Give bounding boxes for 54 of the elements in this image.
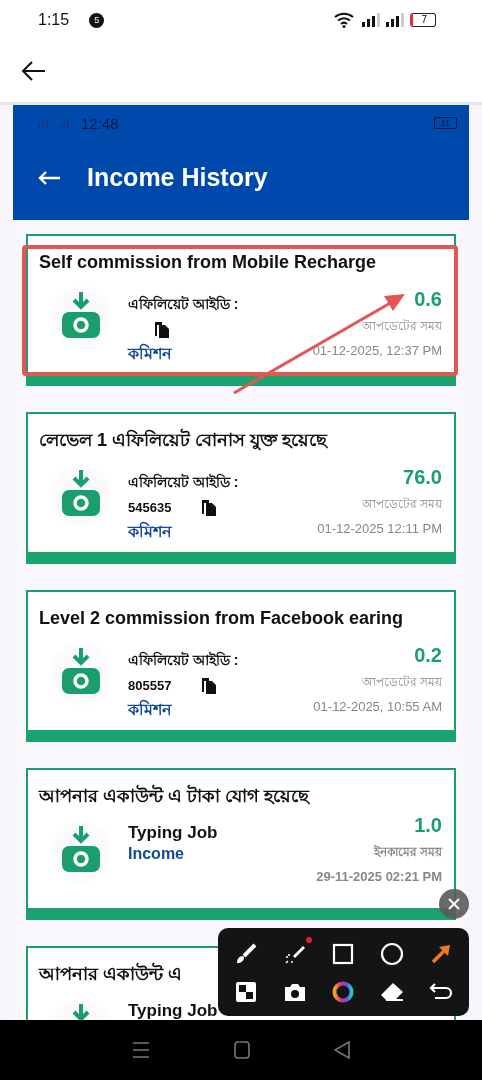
type-label: Income [128,845,185,863]
back-triangle-icon[interactable] [334,1041,350,1059]
home-button-icon[interactable] [234,1041,250,1059]
time-label: আপডেটের সময় [361,318,442,335]
affiliate-id: 805557 [128,677,172,693]
amount: 1.0 [414,814,442,837]
battery-indicator: 11 [433,117,457,129]
affiliate-id-label: এফিলিয়েট আইডি : [128,650,240,670]
time-label: ইনকামের সময় [373,844,442,861]
timestamp: 01-12-2025, 10:55 AM [313,699,442,714]
type-label: কমিশন [128,520,173,542]
selected-dot [305,936,312,943]
status-time: 12:48 [81,114,119,132]
arrow-tool-icon[interactable] [430,943,451,964]
battery-indicator: 7 [410,13,436,27]
back-button[interactable] [20,60,46,82]
signal-icon [386,13,405,27]
type-label: কমিশন [128,698,173,720]
close-icon [448,898,460,910]
type-label: কমিশন [128,342,173,364]
card-title: Level 2 commission from Facebook earing [39,607,404,630]
camera-icon[interactable] [282,981,307,1002]
status-time: 1:15 [38,11,70,29]
affiliate-id-label: এফিলিয়েট আইডি : [128,294,240,314]
undo-icon[interactable] [428,981,453,1002]
eraser-icon[interactable] [380,981,405,1002]
card-title: Self commission from Mobile Recharge [39,251,377,274]
affiliate-id: 545635 [128,499,172,515]
amount: 0.6 [414,288,442,311]
timestamp: 01-12-2025, 12:37 PM [312,343,442,358]
signal-icon [362,13,381,27]
card-title: লেভেল 1 এফিলিয়েট বোনাস যুক্ত হয়েছে [39,428,327,452]
amount: 76.0 [403,466,442,489]
notification-badge: 5 [89,12,105,28]
copy-icon[interactable] [154,320,170,338]
card-title: আপনার একাউন্ট এ [39,962,182,986]
timestamp: 29-11-2025 02:21 PM [316,869,442,884]
rectangle-tool-icon[interactable] [332,942,355,965]
affiliate-id-label: এফিলিয়েট আইডি : [128,472,240,492]
circle-tool-icon[interactable] [380,941,405,966]
copy-icon[interactable] [201,498,218,516]
color-wheel-icon[interactable] [332,980,355,1003]
timestamp: 01-12-2025 12:11 PM [317,521,442,536]
time-label: আপডেটের সময় [361,674,442,691]
menu-icon[interactable] [132,1041,150,1059]
card-title: আপনার একাউন্ট এ টাকা যোগ হয়েছে [39,784,309,808]
copy-icon[interactable] [201,676,218,694]
job-name: Typing Job [128,1001,219,1020]
mosaic-icon[interactable] [236,981,257,1002]
amount: 0.2 [414,644,442,667]
job-name: Typing Job [128,823,219,843]
time-label: আপডেটের সময় [361,496,442,513]
page-title: Income History [87,163,268,192]
brush-icon[interactable] [235,942,258,965]
